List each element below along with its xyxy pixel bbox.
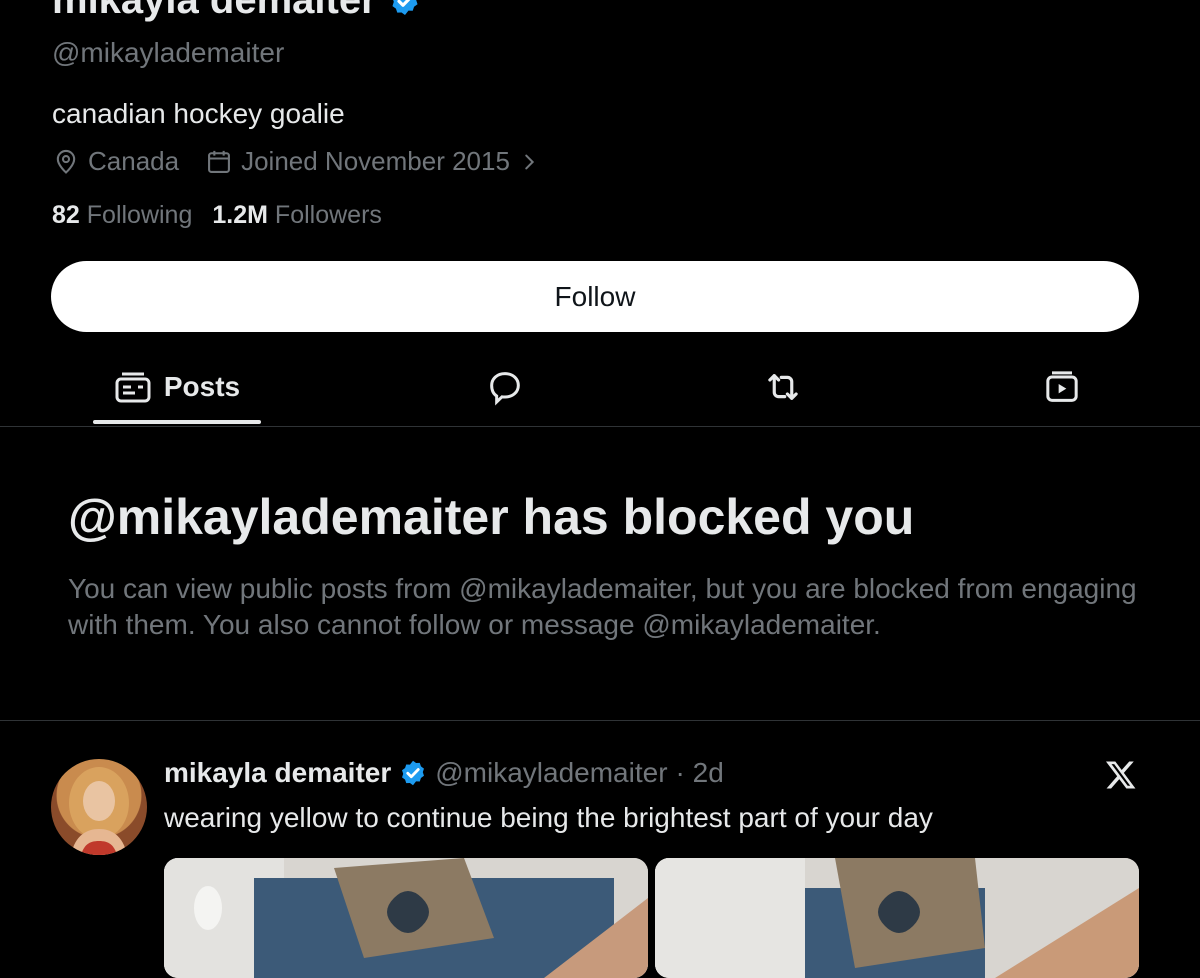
profile-bio: canadian hockey goalie bbox=[52, 98, 345, 129]
joined-item[interactable]: Joined November 2015 bbox=[205, 146, 540, 177]
profile-handle: @mikaylademaiter bbox=[52, 37, 285, 68]
x-logo-icon[interactable] bbox=[1104, 758, 1138, 792]
post-media-image[interactable] bbox=[655, 858, 1139, 978]
post-header: mikayla demaiter @mikaylademaiter · 2d bbox=[164, 757, 724, 789]
follow-button[interactable]: Follow bbox=[51, 261, 1139, 332]
profile-name-row: mikayla demaiter bbox=[52, 0, 421, 23]
profile-tabs: Posts bbox=[0, 350, 1200, 427]
reposts-icon bbox=[762, 366, 804, 408]
post-author-handle[interactable]: @mikaylademaiter bbox=[435, 757, 667, 789]
profile-joined: Joined November 2015 bbox=[241, 146, 510, 176]
followers-link[interactable]: 1.2M Followers bbox=[212, 201, 382, 230]
replies-icon bbox=[485, 367, 525, 407]
posts-icon bbox=[114, 370, 152, 404]
media-icon bbox=[1042, 367, 1082, 407]
followers-count: 1.2M bbox=[212, 201, 268, 229]
following-link[interactable]: 82 Following bbox=[52, 201, 192, 230]
following-label: Following bbox=[86, 201, 193, 229]
tab-replies[interactable] bbox=[455, 350, 555, 424]
chevron-right-icon bbox=[518, 151, 540, 173]
blocked-description: You can view public posts from @mikaylad… bbox=[68, 573, 1137, 640]
post-media-image[interactable] bbox=[164, 858, 648, 978]
tab-reposts[interactable] bbox=[733, 350, 833, 424]
active-tab-indicator bbox=[93, 420, 261, 424]
tab-posts-label: Posts bbox=[163, 371, 241, 402]
location-pin-icon bbox=[52, 148, 80, 176]
follow-counts: 82 Following 1.2M Followers bbox=[52, 201, 382, 230]
post-time: · 2d bbox=[675, 757, 724, 788]
calendar-icon bbox=[205, 148, 233, 176]
profile-meta: Canada Joined November 2015 bbox=[52, 146, 540, 177]
tab-posts[interactable]: Posts bbox=[93, 350, 261, 424]
post-author-name[interactable]: mikayla demaiter bbox=[164, 757, 391, 789]
blocked-title: @mikaylademaiter has blocked you bbox=[68, 489, 915, 545]
followers-label: Followers bbox=[274, 201, 382, 229]
verified-badge-icon bbox=[399, 759, 427, 787]
profile-location: Canada bbox=[88, 146, 180, 176]
location-item: Canada bbox=[52, 146, 179, 177]
following-count: 82 bbox=[52, 201, 80, 229]
verified-badge-icon bbox=[389, 0, 421, 17]
section-divider bbox=[0, 720, 1200, 721]
profile-display-name: mikayla demaiter bbox=[52, 0, 377, 22]
avatar[interactable] bbox=[51, 759, 147, 855]
tab-media[interactable] bbox=[1012, 350, 1112, 424]
post-text: wearing yellow to continue being the bri… bbox=[164, 802, 933, 833]
